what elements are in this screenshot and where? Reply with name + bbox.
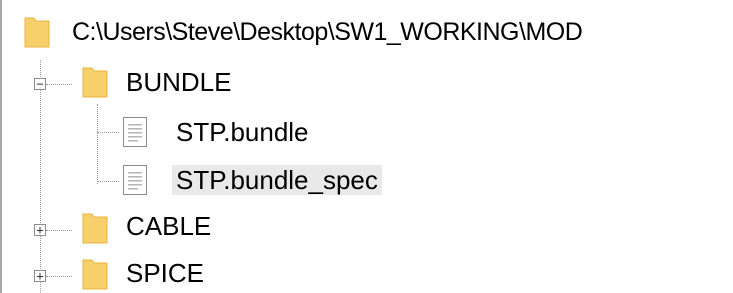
folder-icon — [24, 14, 50, 48]
tree-item-cable[interactable]: + CABLE — [2, 206, 733, 252]
tree-item-stp-bundle-spec[interactable]: STP.bundle_spec — [2, 158, 733, 204]
tree-item-label: CABLE — [126, 211, 212, 241]
expand-toggle-icon[interactable]: + — [34, 270, 46, 282]
document-icon — [122, 164, 148, 196]
tree-item-spice[interactable]: + SPICE — [2, 252, 733, 293]
tree-item-label-selected: STP.bundle_spec — [172, 165, 382, 195]
tree-item-label: SPICE — [126, 258, 205, 288]
tree-item-label: STP.bundle — [176, 117, 309, 147]
tree-root-row[interactable]: C:\Users\Steve\Desktop\SW1_WORKING\MOD — [2, 0, 733, 58]
tree-item-bundle[interactable]: − BUNDLE — [2, 60, 733, 106]
file-tree-view[interactable]: C:\Users\Steve\Desktop\SW1_WORKING\MOD −… — [0, 0, 733, 293]
folder-icon — [82, 256, 108, 290]
tree-item-stp-bundle[interactable]: STP.bundle — [2, 110, 733, 156]
tree-item-label: BUNDLE — [126, 67, 232, 97]
expand-toggle-icon[interactable]: + — [34, 224, 46, 236]
folder-icon — [82, 64, 108, 98]
folder-icon — [82, 210, 108, 244]
tree-root-label: C:\Users\Steve\Desktop\SW1_WORKING\MOD — [72, 18, 583, 46]
collapse-toggle-icon[interactable]: − — [34, 78, 46, 90]
document-icon — [122, 116, 148, 148]
